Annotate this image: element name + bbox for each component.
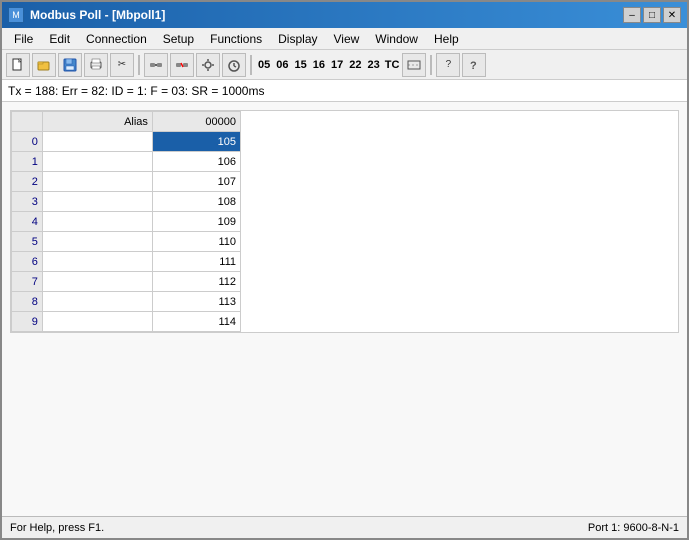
tb-num-15: 15 — [293, 59, 309, 71]
row-alias — [42, 272, 152, 292]
row-index: 3 — [12, 192, 43, 212]
tc-button[interactable] — [402, 53, 426, 77]
status-line: Tx = 188: Err = 82: ID = 1: F = 03: SR =… — [2, 80, 687, 102]
main-window: M Modbus Poll - [Mbpoll1] – □ ✕ File Edi… — [0, 0, 689, 540]
menu-window[interactable]: Window — [367, 30, 426, 48]
tb-num-23: 23 — [366, 59, 382, 71]
row-alias — [42, 132, 152, 152]
data-table-container: Alias 00000 0105110621073108410951106111… — [10, 110, 679, 333]
tb-num-16: 16 — [311, 59, 327, 71]
menu-file[interactable]: File — [6, 30, 41, 48]
tb-num-05: 05 — [256, 59, 272, 71]
window-title: Modbus Poll - [Mbpoll1] — [30, 8, 165, 22]
menu-edit[interactable]: Edit — [41, 30, 78, 48]
row-value[interactable]: 112 — [152, 272, 240, 292]
cut-button[interactable]: ✂ — [110, 53, 134, 77]
row-alias — [42, 292, 152, 312]
row-index: 0 — [12, 132, 43, 152]
row-index: 1 — [12, 152, 43, 172]
toolbar-sep1 — [138, 55, 140, 75]
row-index: 5 — [12, 232, 43, 252]
open-button[interactable] — [32, 53, 56, 77]
table-row[interactable]: 0 105 — [12, 132, 241, 152]
status-text: Tx = 188: Err = 82: ID = 1: F = 03: SR =… — [8, 84, 264, 98]
table-row[interactable]: 6 111 — [12, 252, 241, 272]
connect-button[interactable] — [144, 53, 168, 77]
row-index: 7 — [12, 272, 43, 292]
svg-text:?: ? — [470, 60, 477, 72]
row-value[interactable]: 110 — [152, 232, 240, 252]
main-content: Alias 00000 0105110621073108410951106111… — [2, 102, 687, 516]
port-text: Port 1: 9600-8-N-1 — [588, 522, 679, 534]
table-row[interactable]: 7 112 — [12, 272, 241, 292]
title-bar: M Modbus Poll - [Mbpoll1] – □ ✕ — [2, 2, 687, 28]
tb-num-17: 17 — [329, 59, 345, 71]
row-alias — [42, 152, 152, 172]
row-value[interactable]: 105 — [152, 132, 240, 152]
timer-button[interactable] — [222, 53, 246, 77]
menu-display[interactable]: Display — [270, 30, 325, 48]
row-value[interactable]: 108 — [152, 192, 240, 212]
maximize-button[interactable]: □ — [643, 7, 661, 23]
table-row[interactable]: 1 106 — [12, 152, 241, 172]
table-row[interactable]: 8 113 — [12, 292, 241, 312]
save-button[interactable] — [58, 53, 82, 77]
table-row[interactable]: 4 109 — [12, 212, 241, 232]
app-icon: M — [8, 7, 24, 23]
toolbar: ✂ 05 06 15 16 17 22 23 TC ? ? — [2, 50, 687, 80]
table-row[interactable]: 9 114 — [12, 312, 241, 332]
menu-setup[interactable]: Setup — [155, 30, 202, 48]
row-value[interactable]: 113 — [152, 292, 240, 312]
col-header-alias: Alias — [42, 112, 152, 132]
row-value[interactable]: 107 — [152, 172, 240, 192]
row-value[interactable]: 106 — [152, 152, 240, 172]
data-table: Alias 00000 0105110621073108410951106111… — [11, 111, 241, 332]
row-alias — [42, 312, 152, 332]
col-header-value: 00000 — [152, 112, 240, 132]
close-button[interactable]: ✕ — [663, 7, 681, 23]
table-row[interactable]: 3 108 — [12, 192, 241, 212]
menu-connection[interactable]: Connection — [78, 30, 155, 48]
help-text: For Help, press F1. — [10, 522, 104, 534]
row-index: 6 — [12, 252, 43, 272]
row-index: 2 — [12, 172, 43, 192]
info-button[interactable]: ? — [462, 53, 486, 77]
menu-help[interactable]: Help — [426, 30, 467, 48]
row-value[interactable]: 111 — [152, 252, 240, 272]
row-alias — [42, 252, 152, 272]
row-alias — [42, 172, 152, 192]
row-index: 9 — [12, 312, 43, 332]
tb-num-06: 06 — [274, 59, 290, 71]
settings-button[interactable] — [196, 53, 220, 77]
print-button[interactable] — [84, 53, 108, 77]
menu-functions[interactable]: Functions — [202, 30, 270, 48]
help-button[interactable]: ? — [436, 53, 460, 77]
row-alias — [42, 192, 152, 212]
col-header-rownum — [12, 112, 43, 132]
menu-view[interactable]: View — [326, 30, 368, 48]
toolbar-sep3 — [430, 55, 432, 75]
status-bar: For Help, press F1. Port 1: 9600-8-N-1 — [2, 516, 687, 538]
row-alias — [42, 232, 152, 252]
row-index: 4 — [12, 212, 43, 232]
row-value[interactable]: 114 — [152, 312, 240, 332]
toolbar-sep2 — [250, 55, 252, 75]
tb-tc-label: TC — [384, 59, 401, 71]
row-alias — [42, 212, 152, 232]
table-row[interactable]: 5 110 — [12, 232, 241, 252]
tb-num-22: 22 — [347, 59, 363, 71]
new-button[interactable] — [6, 53, 30, 77]
disconnect-button[interactable] — [170, 53, 194, 77]
minimize-button[interactable]: – — [623, 7, 641, 23]
row-index: 8 — [12, 292, 43, 312]
menu-bar: File Edit Connection Setup Functions Dis… — [2, 28, 687, 50]
row-value[interactable]: 109 — [152, 212, 240, 232]
table-row[interactable]: 2 107 — [12, 172, 241, 192]
